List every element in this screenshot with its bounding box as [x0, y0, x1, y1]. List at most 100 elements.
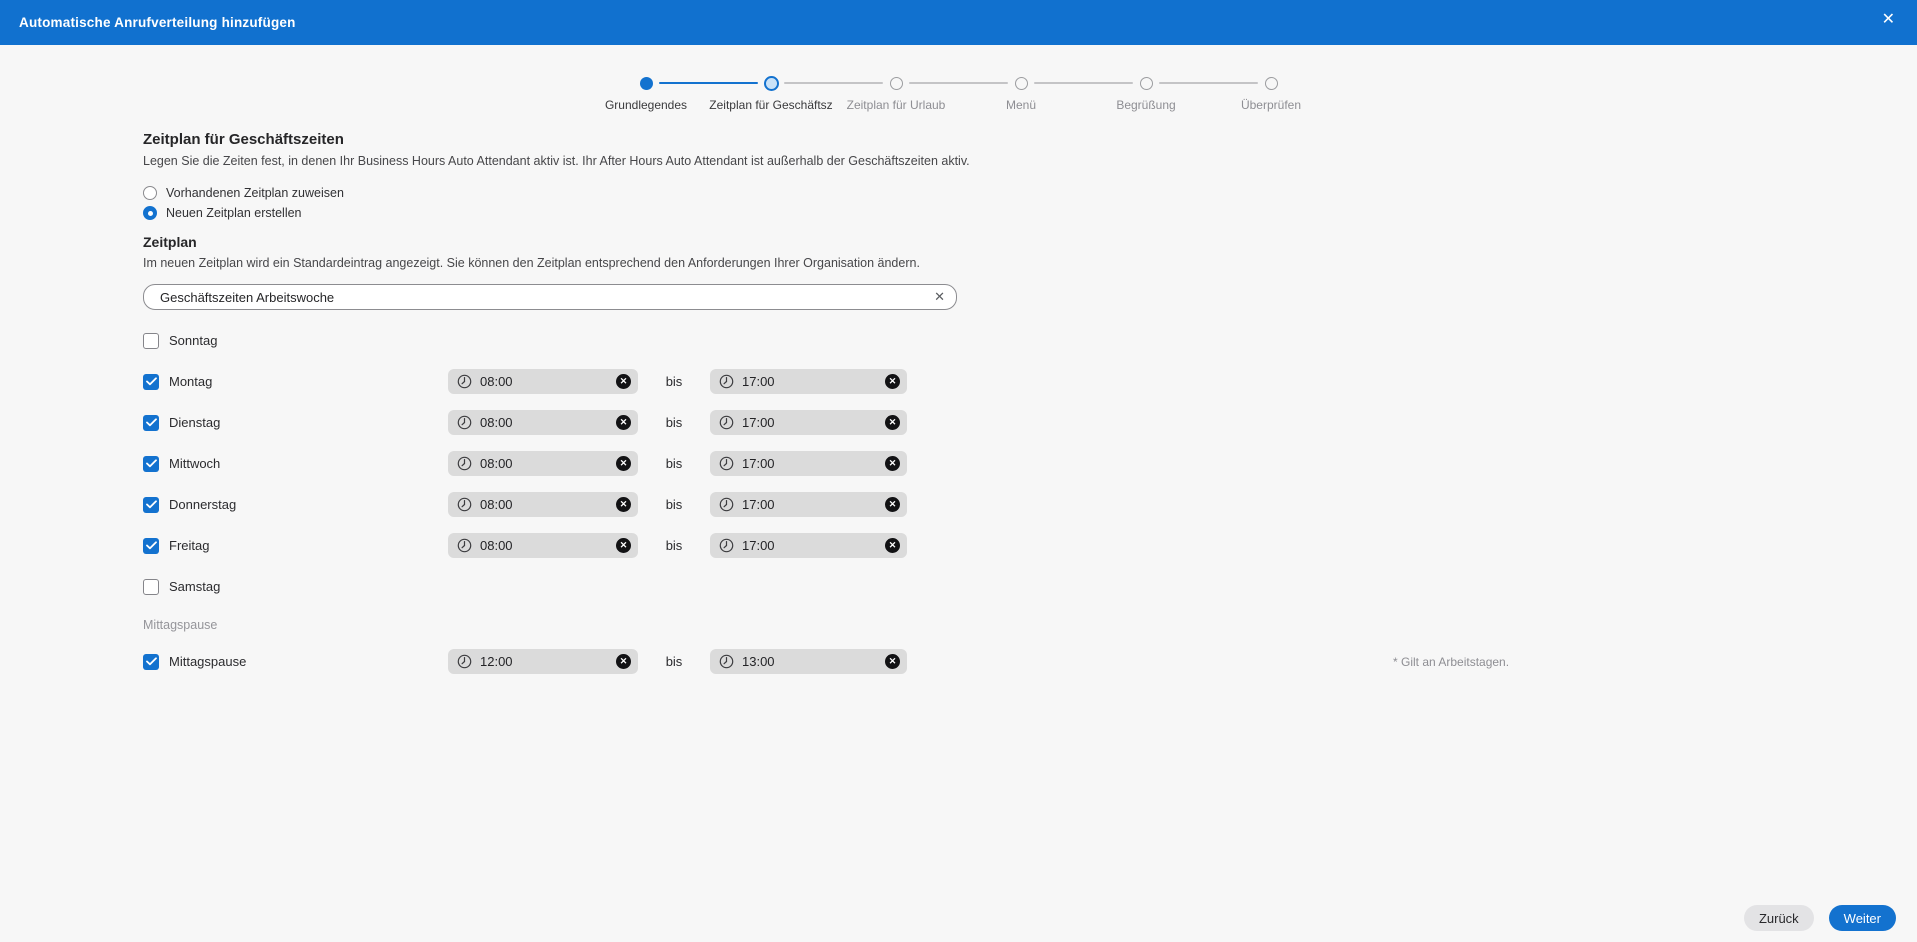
checkbox-montag[interactable]: Montag	[143, 374, 448, 390]
clock-icon	[719, 374, 734, 389]
radio-label: Vorhandenen Zeitplan zuweisen	[166, 186, 344, 200]
checkbox-unchecked-icon[interactable]	[143, 579, 159, 595]
clear-time-icon[interactable]: ✕	[885, 374, 900, 389]
end-time-picker[interactable]: 17:00 ✕	[710, 451, 907, 476]
checkbox-dienstag[interactable]: Dienstag	[143, 415, 448, 431]
step-dot-completed-icon	[640, 75, 653, 91]
clear-time-icon[interactable]: ✕	[616, 654, 631, 669]
clock-icon	[719, 538, 734, 553]
section-description: Legen Sie die Zeiten fest, in denen Ihr …	[143, 153, 1917, 169]
start-time-picker[interactable]: 12:00 ✕	[448, 649, 638, 674]
step-dot-upcoming-icon	[890, 75, 903, 91]
clock-icon	[719, 456, 734, 471]
checkbox-unchecked-icon[interactable]	[143, 333, 159, 349]
step-label: Zeitplan für Urlaub	[847, 98, 946, 112]
clear-time-icon[interactable]: ✕	[885, 456, 900, 471]
start-time-value: 08:00	[480, 456, 513, 471]
checkbox-samstag[interactable]: Samstag	[143, 579, 448, 595]
clear-input-icon[interactable]: ✕	[934, 289, 945, 305]
step-dot-upcoming-icon	[1265, 75, 1278, 91]
clock-icon	[457, 415, 472, 430]
start-time-value: 08:00	[480, 374, 513, 389]
zeitplan-title: Zeitplan	[143, 233, 1917, 251]
schedule-name-input[interactable]	[143, 284, 957, 310]
step-menue[interactable]: Menü	[959, 75, 1084, 112]
radio-selected-icon[interactable]	[143, 206, 157, 220]
step-label: Zeitplan für Geschäftsz	[709, 98, 832, 112]
step-label: Begrüßung	[1116, 98, 1175, 112]
wizard-footer: Zurück Weiter	[1744, 905, 1896, 931]
day-row-sonntag: Sonntag	[143, 320, 1917, 361]
clear-time-icon[interactable]: ✕	[616, 538, 631, 553]
start-time-picker[interactable]: 08:00 ✕	[448, 492, 638, 517]
clock-icon	[719, 497, 734, 512]
start-time-value: 08:00	[480, 497, 513, 512]
end-time-picker[interactable]: 17:00 ✕	[710, 533, 907, 558]
start-time-picker[interactable]: 08:00 ✕	[448, 369, 638, 394]
weekday-schedule-list: Sonntag Montag 08:00 ✕ bis 17:00 ✕	[143, 320, 1917, 682]
day-label: Mittwoch	[169, 456, 220, 471]
start-time-value: 12:00	[480, 654, 513, 669]
checkbox-checked-icon[interactable]	[143, 497, 159, 513]
clock-icon	[719, 654, 734, 669]
start-time-picker[interactable]: 08:00 ✕	[448, 451, 638, 476]
end-time-picker[interactable]: 13:00 ✕	[710, 649, 907, 674]
end-time-picker[interactable]: 17:00 ✕	[710, 492, 907, 517]
clear-time-icon[interactable]: ✕	[616, 456, 631, 471]
bis-label: bis	[665, 415, 683, 430]
clear-time-icon[interactable]: ✕	[616, 415, 631, 430]
bis-label: bis	[665, 497, 683, 512]
clock-icon	[719, 415, 734, 430]
checkbox-sonntag[interactable]: Sonntag	[143, 333, 448, 349]
wizard-stepper: Grundlegendes Zeitplan für Geschäftsz Ze…	[0, 75, 1917, 112]
day-label: Montag	[169, 374, 212, 389]
clear-time-icon[interactable]: ✕	[885, 415, 900, 430]
checkbox-mittwoch[interactable]: Mittwoch	[143, 456, 448, 472]
step-dot-current-icon	[764, 75, 779, 91]
workdays-footnote: * Gilt an Arbeitstagen.	[1393, 655, 1509, 669]
clear-time-icon[interactable]: ✕	[616, 497, 631, 512]
checkbox-checked-icon[interactable]	[143, 538, 159, 554]
checkbox-checked-icon[interactable]	[143, 654, 159, 670]
step-zeitplan-urlaub[interactable]: Zeitplan für Urlaub	[834, 75, 959, 112]
clear-time-icon[interactable]: ✕	[885, 654, 900, 669]
step-ueberpruefen[interactable]: Überprüfen	[1209, 75, 1334, 112]
clock-icon	[457, 456, 472, 471]
checkbox-checked-icon[interactable]	[143, 415, 159, 431]
step-zeitplan-geschaeftszeiten[interactable]: Zeitplan für Geschäftsz	[709, 75, 834, 112]
checkbox-mittagspause[interactable]: Mittagspause	[143, 654, 448, 670]
checkbox-freitag[interactable]: Freitag	[143, 538, 448, 554]
bis-label: bis	[665, 374, 683, 389]
bis-label: bis	[665, 654, 683, 669]
next-button[interactable]: Weiter	[1829, 905, 1896, 931]
back-button[interactable]: Zurück	[1744, 905, 1814, 931]
end-time-value: 17:00	[742, 538, 775, 553]
radio-vorhandenen-zeitplan[interactable]: Vorhandenen Zeitplan zuweisen	[143, 184, 1917, 201]
checkbox-checked-icon[interactable]	[143, 374, 159, 390]
step-begruessung[interactable]: Begrüßung	[1084, 75, 1209, 112]
end-time-picker[interactable]: 17:00 ✕	[710, 369, 907, 394]
day-row-mittwoch: Mittwoch 08:00 ✕ bis 17:00 ✕	[143, 443, 1917, 484]
lunch-section-label: Mittagspause	[143, 617, 1917, 633]
end-time-value: 13:00	[742, 654, 775, 669]
clear-time-icon[interactable]: ✕	[616, 374, 631, 389]
step-label: Grundlegendes	[605, 98, 687, 112]
radio-unselected-icon[interactable]	[143, 186, 157, 200]
zeitplan-description: Im neuen Zeitplan wird ein Standardeintr…	[143, 255, 1917, 271]
checkbox-donnerstag[interactable]: Donnerstag	[143, 497, 448, 513]
checkbox-checked-icon[interactable]	[143, 456, 159, 472]
day-row-samstag: Samstag	[143, 566, 1917, 607]
radio-neuen-zeitplan[interactable]: Neuen Zeitplan erstellen	[143, 204, 1917, 221]
step-grundlegendes[interactable]: Grundlegendes	[584, 75, 709, 112]
end-time-picker[interactable]: 17:00 ✕	[710, 410, 907, 435]
start-time-picker[interactable]: 08:00 ✕	[448, 533, 638, 558]
step-label: Menü	[1006, 98, 1036, 112]
clear-time-icon[interactable]: ✕	[885, 497, 900, 512]
start-time-picker[interactable]: 08:00 ✕	[448, 410, 638, 435]
day-row-dienstag: Dienstag 08:00 ✕ bis 17:00 ✕	[143, 402, 1917, 443]
end-time-value: 17:00	[742, 374, 775, 389]
bis-label: bis	[665, 456, 683, 471]
close-icon[interactable]: ✕	[1882, 12, 1895, 28]
clear-time-icon[interactable]: ✕	[885, 538, 900, 553]
day-row-mittagspause: Mittagspause 12:00 ✕ bis 13:00 ✕ * Gilt …	[143, 641, 1917, 682]
